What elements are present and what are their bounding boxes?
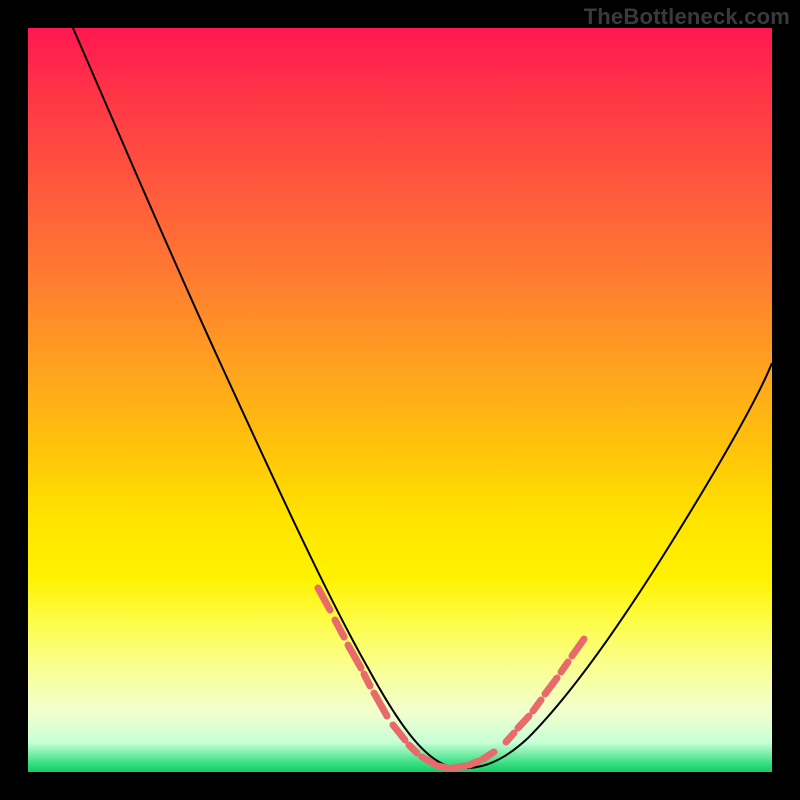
watermark-text: TheBottleneck.com xyxy=(584,4,790,30)
bottleneck-curve xyxy=(73,28,772,768)
plot-area xyxy=(28,28,772,772)
accent-right xyxy=(506,639,584,742)
black-frame: TheBottleneck.com xyxy=(0,0,800,800)
accent-left xyxy=(318,588,387,716)
bottleneck-curve-svg xyxy=(28,28,772,772)
